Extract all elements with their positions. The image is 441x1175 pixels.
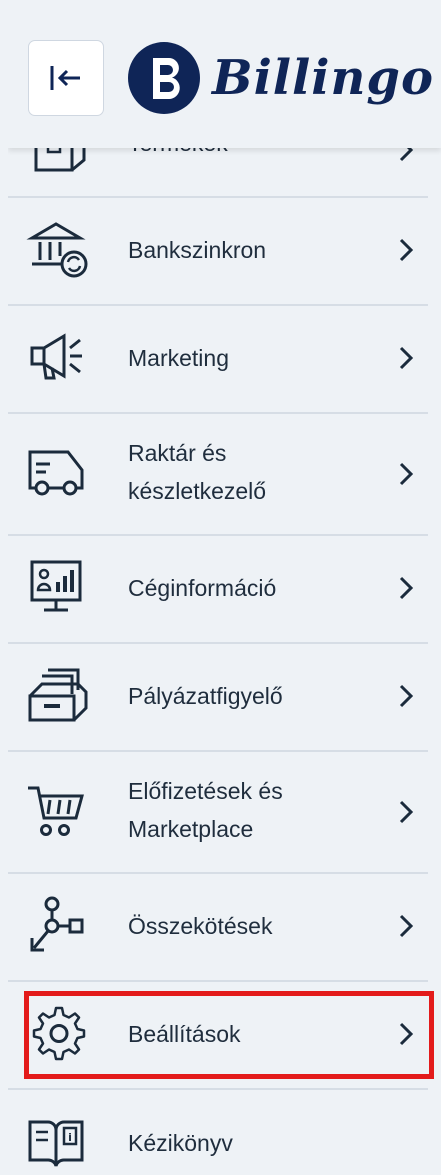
file-drawer-icon [28,668,88,722]
chevron-right-icon [399,346,414,370]
menu-item-beallitasok[interactable]: Beállítások [8,982,428,1090]
svg-text:i: i [68,1131,72,1144]
menu-item-osszekotesek[interactable]: Összekötések [8,874,428,982]
cart-icon [28,786,84,836]
sidebar-header: Billingo [8,0,441,148]
menu-item-label: Beállítások [128,1021,241,1047]
bank-sync-icon [26,222,88,278]
menu-item-elofizetesek[interactable]: Előfizetések és Marketplace [8,752,428,874]
brand-name: Billingo [212,50,434,106]
menu-item-label: Raktár és készletkezelő [128,440,267,504]
menu-item-label: Céginformáció [128,575,277,601]
chevron-right-icon [399,1022,414,1046]
menu-item-label: Előfizetések és Marketplace [128,778,283,842]
chevron-right-icon [399,914,414,938]
sidebar: Billingo Termékek [8,0,441,1175]
menu-item-label: Bankszinkron [128,237,267,263]
menu-item-label: Kézikönyv [128,1130,233,1156]
monitor-chart-icon [30,560,82,612]
gear-icon [32,1006,86,1061]
menu-item-label: Marketing [128,345,229,371]
book-icon: i [28,1120,84,1167]
menu-item-label: Összekötések [128,913,273,939]
menu-item-ceginformacio[interactable]: Céginformáció [8,536,428,644]
menu-item-palyazatfigyelo[interactable]: Pályázatfigyelő [8,644,428,752]
billingo-logo-icon [128,42,200,114]
menu-item-kezikonyv[interactable]: i Kézikönyv [8,1090,428,1175]
chevron-right-icon [399,576,414,600]
collapse-sidebar-button[interactable] [28,40,104,116]
chevron-right-icon [399,462,414,486]
chevron-right-icon [399,684,414,708]
brand[interactable]: Billingo [126,38,434,118]
chevron-right-icon [399,238,414,262]
menu-item-bankszinkron[interactable]: Bankszinkron [8,198,428,306]
connections-icon [30,896,84,952]
collapse-left-icon [50,66,80,90]
menu-item-raktar[interactable]: Raktár és készletkezelő [8,414,428,536]
chevron-right-icon [399,800,414,824]
menu-item-label: Pályázatfigyelő [128,683,283,709]
menu-item-marketing[interactable]: Marketing [8,306,428,414]
megaphone-icon [30,333,82,380]
truck-icon [28,450,84,496]
